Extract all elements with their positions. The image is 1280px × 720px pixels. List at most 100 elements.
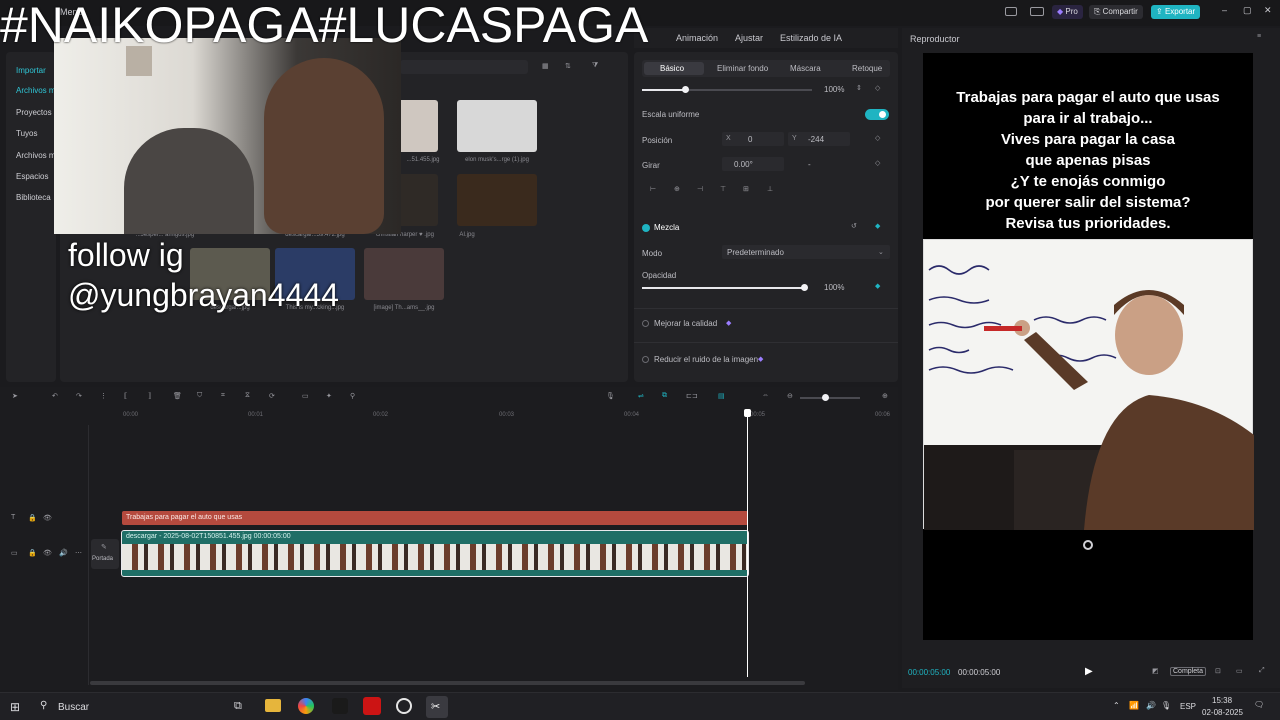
layout-icon[interactable]	[1005, 7, 1017, 16]
fullscreen-icon[interactable]: ⤢	[1259, 667, 1265, 675]
screenshot-icon[interactable]: ⊡	[1215, 667, 1221, 675]
media-thumb[interactable]	[398, 100, 438, 152]
menu-icon[interactable]: ≡	[1257, 33, 1261, 40]
lock-icon[interactable]: 🔒	[28, 549, 37, 557]
pro-button[interactable]: ◆ Pro	[1052, 5, 1083, 19]
grid-view-icon[interactable]: ▦	[542, 62, 549, 70]
reset-icon[interactable]: ↺	[851, 222, 857, 230]
keyframe-icon[interactable]: ◇	[875, 84, 880, 92]
more-icon[interactable]: ⋯	[75, 549, 82, 557]
capcut-taskbar-icon[interactable]: ✂	[426, 696, 448, 718]
media-search-input[interactable]	[400, 60, 528, 74]
fit-icon[interactable]: ⇔	[762, 392, 769, 399]
mirror-icon[interactable]: ⧖	[245, 392, 250, 400]
tab-adjust[interactable]: Ajustar	[735, 33, 763, 43]
shortcut-icon[interactable]	[1030, 7, 1044, 16]
opacity-slider-knob[interactable]	[801, 284, 808, 291]
video-image[interactable]	[923, 239, 1254, 530]
align-right-icon[interactable]: ⊣	[697, 185, 703, 193]
person-icon[interactable]: ⚲	[350, 392, 355, 400]
opera-icon[interactable]	[363, 697, 381, 715]
split-icon[interactable]: ⋮	[100, 392, 107, 400]
sidebar-item-library[interactable]: Biblioteca	[16, 193, 51, 202]
snap-icon[interactable]: ⧉	[662, 392, 667, 400]
sidebar-item-media[interactable]: Archivos m	[16, 86, 56, 95]
improve-quality-checkbox[interactable]	[642, 320, 649, 327]
export-button[interactable]: ⇪ Exportar	[1151, 5, 1201, 19]
magic-icon[interactable]: ✦	[326, 392, 332, 400]
zoom-in-icon[interactable]: ⊕	[882, 392, 888, 400]
delete-icon[interactable]: 🗑	[173, 392, 182, 400]
media-thumb[interactable]	[398, 174, 438, 226]
sidebar-item-spaces[interactable]: Espacios	[16, 172, 48, 181]
cover-button[interactable]: ✎ Portada	[91, 539, 119, 569]
lock-icon[interactable]: 🔒	[28, 514, 37, 522]
keyframe-icon[interactable]: ◇	[875, 159, 880, 167]
adjust-icon[interactable]: ◩	[1152, 667, 1159, 675]
align-bottom-icon[interactable]: ⊥	[767, 185, 773, 193]
sort-icon[interactable]: ⇅	[565, 62, 571, 70]
link-icon[interactable]: ⇌	[638, 392, 644, 400]
align-center-icon[interactable]: ⊕	[674, 185, 680, 193]
tab-animation[interactable]: Animación	[676, 33, 718, 43]
stepper-icon[interactable]: ⇕	[856, 84, 862, 92]
mode-select[interactable]: Predeterminado ⌄	[722, 245, 890, 259]
opacity-value[interactable]: 100%	[824, 283, 844, 292]
app-icon[interactable]	[332, 698, 348, 714]
sidebar-item-import[interactable]: Importar	[16, 66, 46, 75]
language-indicator[interactable]: ESP	[1180, 702, 1196, 711]
zoom-knob[interactable]	[822, 394, 829, 401]
taskbar-search[interactable]: ⚲ Buscar	[32, 697, 212, 717]
video-preview[interactable]: Trabajas para pagar el auto que usas par…	[923, 53, 1254, 640]
microphone-icon[interactable]: 🎙	[606, 392, 615, 400]
media-thumb[interactable]	[457, 174, 537, 226]
rotate-icon[interactable]: ⟳	[269, 392, 275, 400]
subtab-remove-bg[interactable]: Eliminar fondo	[717, 64, 768, 73]
subtab-basic[interactable]: Básico	[660, 64, 684, 73]
keyframe-icon[interactable]: ◆	[875, 222, 880, 230]
volume-icon[interactable]: 🔊	[1146, 701, 1156, 710]
sidebar-item-yours[interactable]: Tuyos	[16, 129, 38, 138]
rotate-flip-button[interactable]: -	[808, 160, 811, 169]
reduce-noise-checkbox[interactable]	[642, 356, 649, 363]
eye-icon[interactable]: 👁	[43, 549, 52, 557]
playhead[interactable]	[744, 409, 752, 677]
copilot-icon[interactable]	[298, 698, 314, 714]
align-left-icon[interactable]: ⊢	[650, 185, 656, 193]
position-y-field[interactable]: Y -244	[788, 132, 850, 146]
file-explorer-icon[interactable]	[265, 699, 281, 712]
clock-date[interactable]: 02-08-2025	[1202, 708, 1243, 717]
wifi-icon[interactable]: 📶	[1129, 701, 1139, 710]
crop-icon[interactable]: ⌗	[221, 392, 225, 400]
chevron-up-icon[interactable]: ⌃	[1113, 701, 1120, 710]
ratio-button[interactable]: Completa	[1170, 667, 1206, 676]
play-icon[interactable]: ▶	[1085, 666, 1093, 677]
notification-icon[interactable]: 🗨	[1254, 700, 1264, 709]
align-top-icon[interactable]: ⊤	[720, 185, 726, 193]
uniform-scale-toggle[interactable]	[865, 109, 889, 120]
task-view-icon[interactable]: ⧉	[234, 700, 242, 713]
eye-icon[interactable]: 👁	[43, 514, 52, 522]
rotate-handle-icon[interactable]	[1083, 540, 1093, 550]
subtab-mask[interactable]: Máscara	[790, 64, 821, 73]
blend-checkbox[interactable]	[642, 224, 650, 232]
sidebar-item-media-2[interactable]: Archivos m	[16, 151, 56, 160]
timeline-ruler[interactable]: 00:00 00:01 00:02 00:03 00:04 00:05 00:0…	[0, 407, 898, 425]
close-icon[interactable]: ✕	[1264, 5, 1272, 16]
sidebar-item-projects[interactable]: Proyectos	[16, 108, 52, 117]
zoom-slider[interactable]	[800, 397, 860, 399]
timeline-scrollbar[interactable]	[90, 681, 805, 685]
media-thumb[interactable]	[364, 248, 444, 300]
ratio-icon[interactable]: ▭	[1236, 667, 1243, 675]
rotate-field[interactable]: 0.00°	[722, 157, 784, 171]
redo-icon[interactable]: ↷	[76, 392, 82, 400]
preview-axis-icon[interactable]: ⊏⊐	[686, 392, 698, 400]
text-clip[interactable]: Trabajas para pagar el auto que usas	[122, 511, 748, 525]
trim-left-icon[interactable]: ⟦	[124, 392, 127, 400]
windows-start-icon[interactable]: ⊞	[10, 700, 20, 714]
tab-ai-style[interactable]: Estilizado de IA	[780, 33, 842, 43]
media-thumb[interactable]	[457, 100, 537, 152]
zoom-out-icon[interactable]: ⊖	[787, 392, 793, 400]
keyframe-icon[interactable]: ◆	[875, 282, 880, 290]
keyframe-icon[interactable]: ◇	[875, 134, 880, 142]
